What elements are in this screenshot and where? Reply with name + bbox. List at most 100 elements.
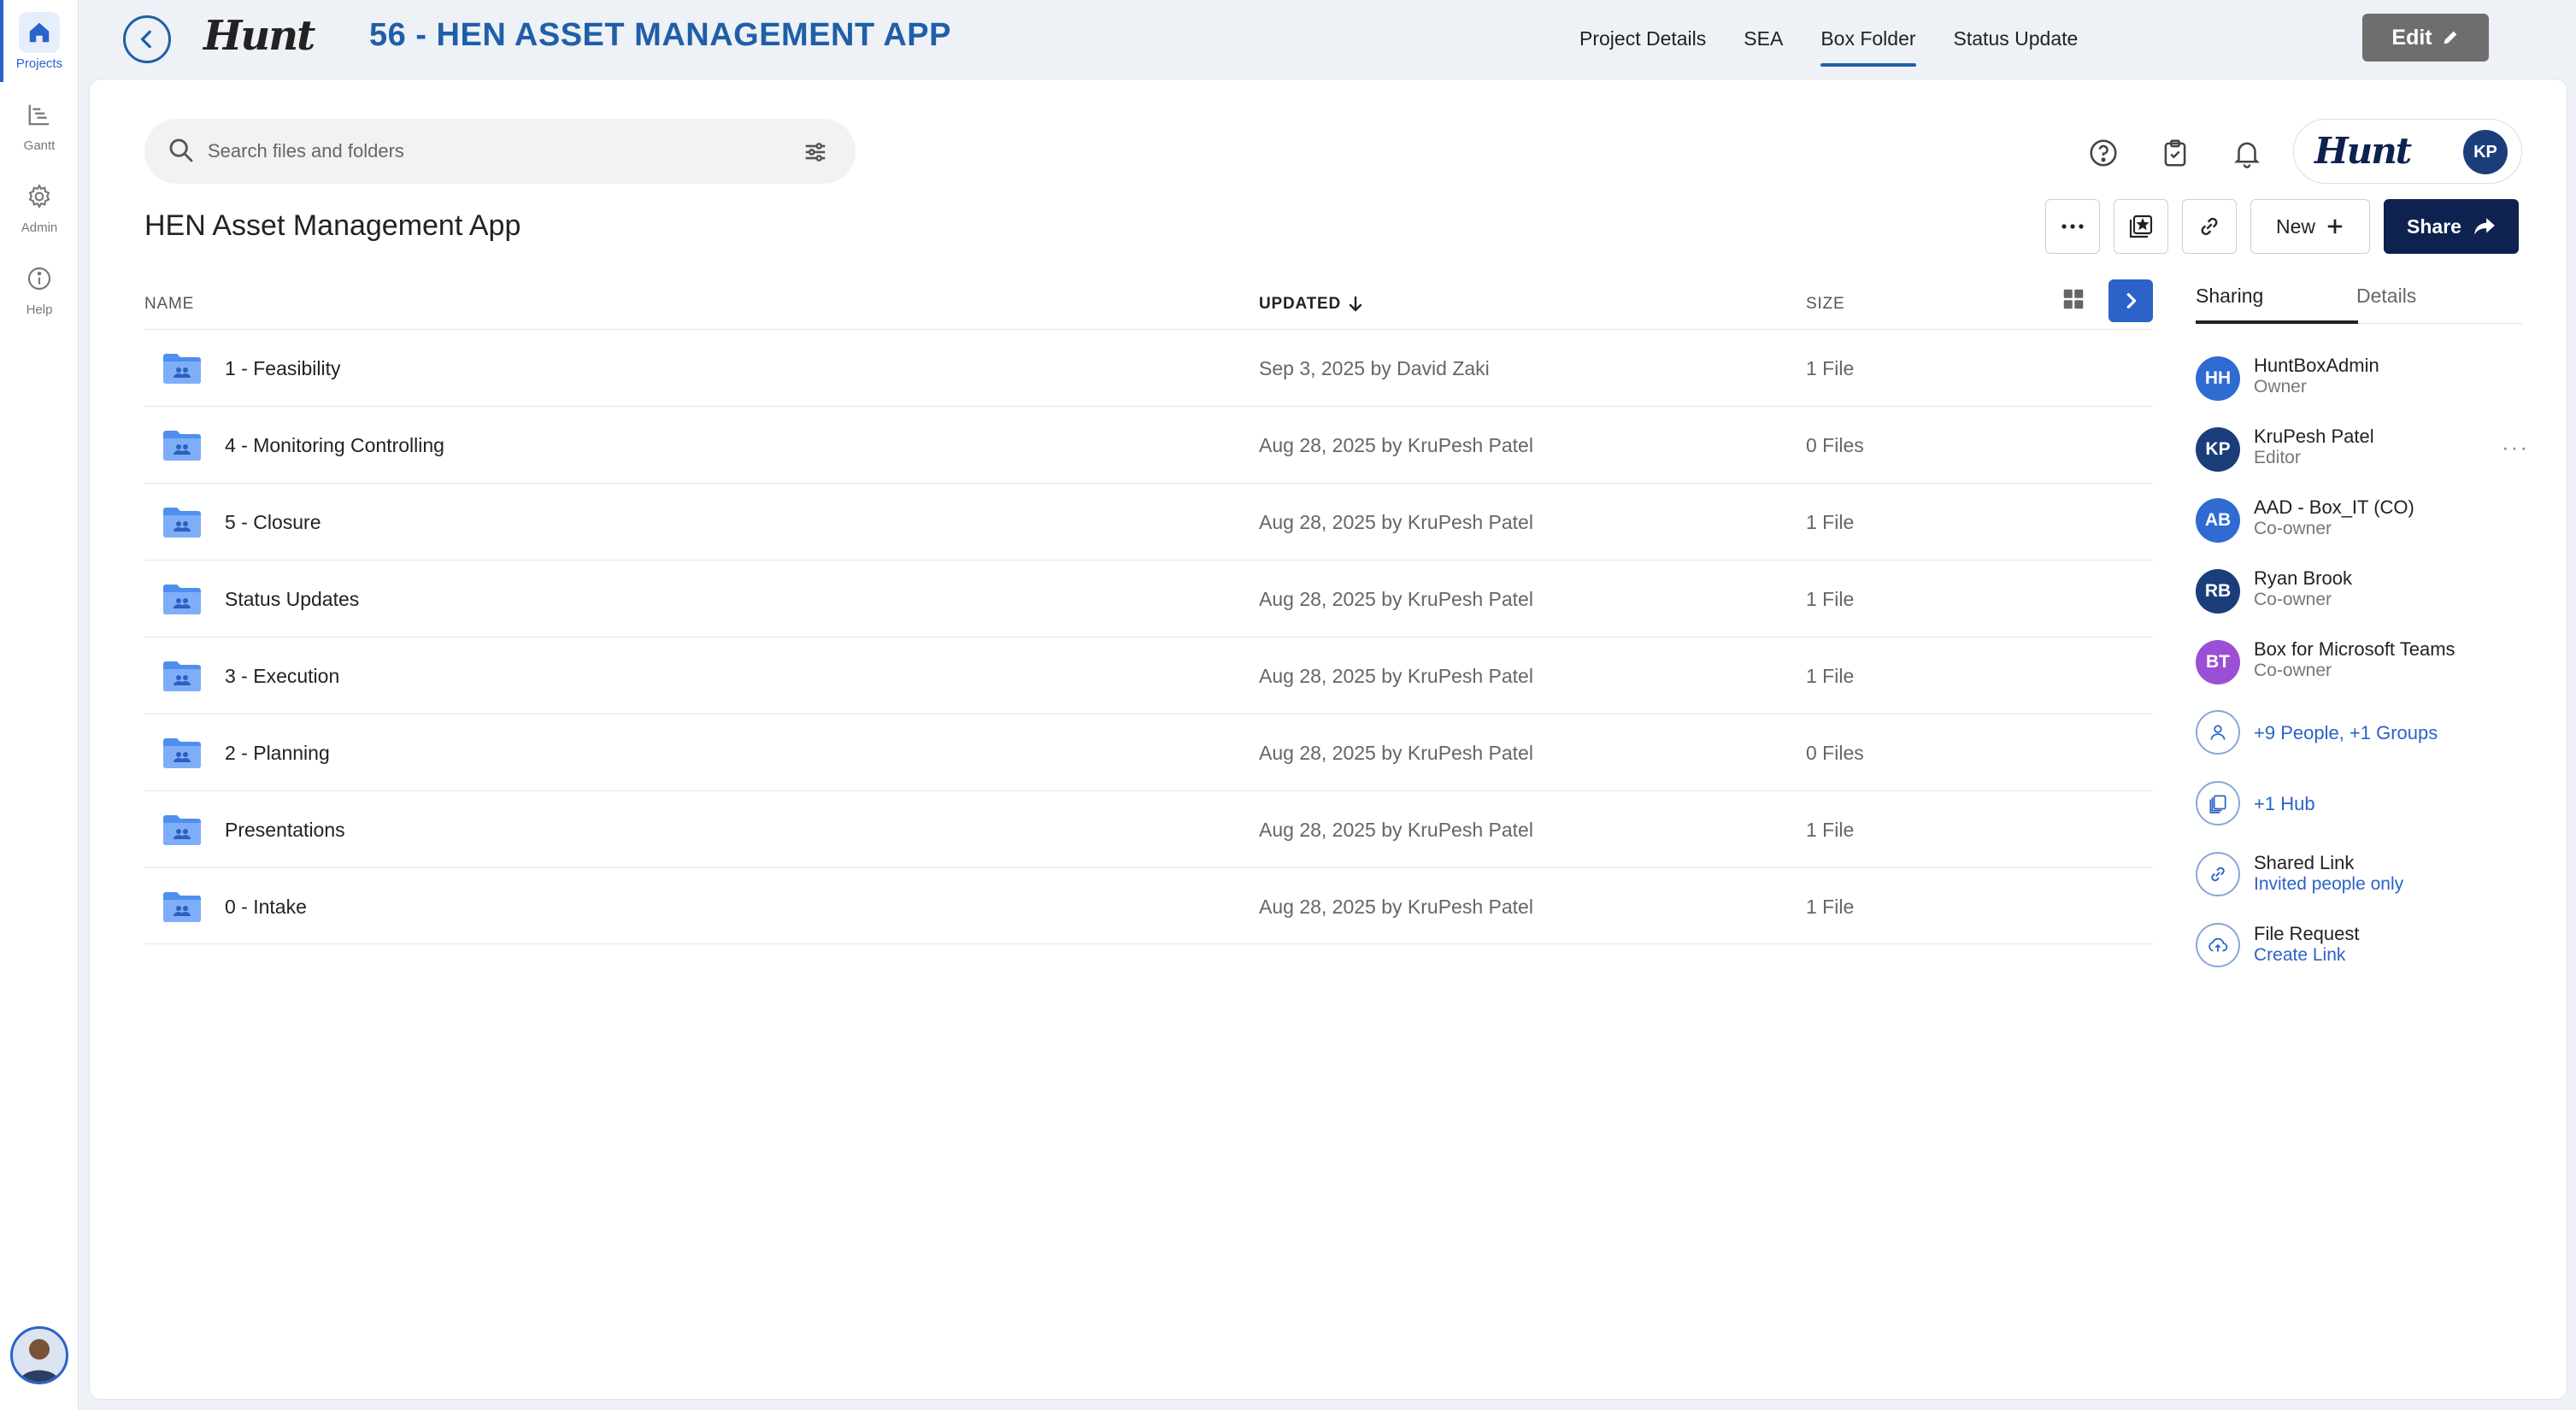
main-card: Hunt KP HEN Asset Management App New Sha… [89,79,2567,1400]
chevron-left-icon [140,30,151,49]
collaborator-item[interactable]: KP KruPesh Patel Editor ··· [2196,424,2527,484]
file-request-link[interactable]: Create Link [2254,945,2345,966]
filter-sliders-icon[interactable] [801,138,830,167]
share-button[interactable]: Share [2384,199,2519,254]
tasks-button[interactable] [2156,134,2194,172]
search-icon [169,138,193,162]
ellipsis-icon [2061,224,2084,229]
column-header-name[interactable]: NAME [144,295,194,314]
collaborator-more-icon[interactable]: ··· [2502,434,2529,461]
edit-button[interactable]: Edit [2362,14,2489,62]
folder-updated: Aug 28, 2025 by KruPesh Patel [1259,742,1533,764]
shared-folder-icon [163,431,201,461]
folder-name: 4 - Monitoring Controlling [225,434,444,456]
search-input[interactable] [208,134,755,168]
collaborator-item[interactable]: RB Ryan Brook Co-owner [2196,566,2522,626]
user-avatar[interactable] [10,1326,68,1384]
plus-icon [2327,219,2343,234]
collaborator-role: Editor [2254,448,2301,467]
column-header-updated[interactable]: UPDATED [1259,295,1363,314]
collaborator-item[interactable]: HH HuntBoxAdmin Owner [2196,353,2522,413]
collaborator-role: Co-owner [2254,661,2332,680]
tab-sea[interactable]: SEA [1725,0,1802,77]
folder-size: 1 File [1806,588,1855,610]
tab-status-update[interactable]: Status Update [1935,0,2097,77]
shared-link-section[interactable]: Shared Link Invited people only [2196,850,2522,910]
folder-name: 0 - Intake [225,896,307,918]
notifications-button[interactable] [2228,134,2266,172]
shared-folder-icon [163,354,201,384]
collections-button[interactable] [2114,199,2168,254]
shared-link-value[interactable]: Invited people only [2254,874,2403,895]
table-row[interactable]: 3 - Execution Aug 28, 2025 by KruPesh Pa… [144,637,2153,714]
folder-size: 1 File [1806,357,1855,379]
more-options-button[interactable] [2045,199,2100,254]
folder-name: 3 - Execution [225,665,340,687]
table-row[interactable]: Status Updates Aug 28, 2025 by KruPesh P… [144,560,2153,637]
column-header-size[interactable]: SIZE [1806,295,1844,314]
nav-label-help: Help [26,302,53,317]
table-row[interactable]: 5 - Closure Aug 28, 2025 by KruPesh Pate… [144,483,2153,560]
shared-folder-icon [163,815,201,845]
collaborator-item[interactable]: BT Box for Microsoft Teams Co-owner [2196,637,2522,696]
file-request-section[interactable]: File Request Create Link [2196,921,2522,981]
nav-label-admin: Admin [21,220,58,235]
back-button[interactable] [123,15,171,63]
share-label: Share [2407,214,2461,238]
collaborator-name: AAD - Box_IT (CO) [2254,496,2414,518]
account-pill[interactable]: Hunt KP [2293,119,2522,184]
arrow-down-icon [1349,296,1362,312]
folder-size: 1 File [1806,665,1855,687]
folder-size: 0 Files [1806,434,1864,456]
copy-link-button[interactable] [2182,199,2237,254]
share-arrow-icon [2474,218,2495,235]
more-people-text[interactable]: +9 People, +1 Groups [2254,722,2438,744]
top-bar: Hunt 56 - HEN ASSET MANAGEMENT APP Proje… [79,0,2576,77]
link-icon [2196,852,2240,896]
avatar: HH [2196,356,2240,401]
link-icon [2201,217,2218,236]
table-row[interactable]: Presentations Aug 28, 2025 by KruPesh Pa… [144,790,2153,867]
help-button[interactable] [2085,134,2122,172]
gantt-icon [19,94,60,135]
new-button[interactable]: New [2250,199,2370,254]
brand-logo: Hunt [203,12,315,60]
nav-item-admin[interactable]: Admin [0,164,79,246]
hub-link[interactable]: +1 Hub [2196,779,2522,839]
shared-link-title: Shared Link [2254,852,2355,873]
folder-size: 1 File [1806,819,1855,841]
tab-sharing[interactable]: Sharing [2196,285,2263,308]
folder-size: 1 File [1806,511,1855,533]
table-row[interactable]: 2 - Planning Aug 28, 2025 by KruPesh Pat… [144,714,2153,790]
folder-title: HEN Asset Management App [144,209,521,242]
tab-box-folder[interactable]: Box Folder [1802,0,1934,77]
cloud-upload-icon [2196,923,2240,967]
table-row[interactable]: 1 - Feasibility Sep 3, 2025 by David Zak… [144,329,2153,406]
avatar: BT [2196,640,2240,684]
shared-folder-icon [163,508,201,538]
sidebar-toggle-button[interactable] [2108,279,2153,322]
table-row[interactable]: 0 - Intake Aug 28, 2025 by KruPesh Patel… [144,867,2153,944]
search-bar [144,119,856,184]
nav-label-projects: Projects [15,56,63,71]
tab-details[interactable]: Details [2356,285,2416,308]
shared-folder-icon [163,661,201,691]
folder-name: 2 - Planning [225,742,330,764]
more-people-link[interactable]: +9 People, +1 Groups [2196,708,2522,768]
tab-project-details[interactable]: Project Details [1561,0,1725,77]
avatar: KP [2196,427,2240,472]
avatar: AB [2196,498,2240,543]
nav-item-projects[interactable]: Projects [0,0,79,82]
collaborator-item[interactable]: AB AAD - Box_IT (CO) Co-owner [2196,495,2522,555]
nav-item-help[interactable]: Help [0,246,79,328]
nav-label-gantt: Gantt [23,138,56,153]
project-title: 56 - HEN ASSET MANAGEMENT APP [369,17,951,53]
collaborator-name: KruPesh Patel [2254,426,2374,447]
grid-view-icon[interactable] [2061,286,2086,312]
left-nav-rail: Projects Gantt Admin Help [0,0,79,1410]
collaborator-name: HuntBoxAdmin [2254,355,2379,376]
hub-text[interactable]: +1 Hub [2254,793,2315,815]
folder-name: Status Updates [225,588,360,610]
nav-item-gantt[interactable]: Gantt [0,82,79,164]
table-row[interactable]: 4 - Monitoring Controlling Aug 28, 2025 … [144,406,2153,483]
